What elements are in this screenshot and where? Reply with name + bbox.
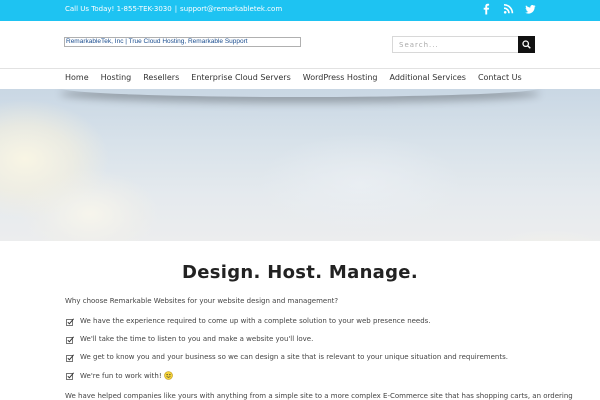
page-headline: Design. Host. Manage. (182, 262, 418, 283)
closing-text: We have helped companies like yours with… (65, 392, 573, 400)
intro-text: Why choose Remarkable Websites for your … (65, 297, 339, 305)
nav-item-resellers[interactable]: Resellers (143, 73, 179, 82)
site-header: RemarkableTek, Inc | True Cloud Hosting,… (0, 21, 600, 69)
search-button[interactable] (518, 36, 535, 53)
list-item-text: We have the experience required to come … (80, 317, 431, 325)
benefits-list: We have the experience required to come … (65, 317, 508, 389)
nav-item-additional-services[interactable]: Additional Services (390, 73, 466, 82)
smiley-icon (163, 371, 173, 380)
top-bar: Call Us Today! 1-855-TEK-3030 | support@re… (0, 0, 600, 21)
search-input[interactable] (392, 36, 519, 53)
list-item: We're fun to work with! (65, 371, 508, 389)
nav-item-hosting[interactable]: Hosting (101, 73, 132, 82)
nav-shadow (60, 89, 540, 97)
main-nav: Home Hosting Resellers Enterprise Cloud … (0, 69, 600, 89)
hero-banner (0, 89, 600, 241)
twitter-icon[interactable] (525, 3, 536, 15)
list-item: We'll take the time to listen to you and… (65, 335, 508, 353)
list-item-text: We're fun to work with! (80, 372, 162, 380)
checkbox-check-icon (66, 354, 74, 362)
email-link[interactable]: support@remarkabletek.com (180, 5, 282, 13)
rss-icon[interactable] (503, 3, 514, 15)
nav-item-enterprise-cloud-servers[interactable]: Enterprise Cloud Servers (191, 73, 291, 82)
list-item-text: We get to know you and your business so … (80, 353, 508, 361)
list-item: We get to know you and your business so … (65, 353, 508, 371)
nav-item-contact-us[interactable]: Contact Us (478, 73, 522, 82)
hero-cloud (250, 129, 470, 239)
contact-info: Call Us Today! 1-855-TEK-3030 | support@re… (65, 5, 282, 13)
social-links (481, 3, 536, 15)
nav-item-wordpress-hosting[interactable]: WordPress Hosting (303, 73, 378, 82)
facebook-icon[interactable] (481, 3, 492, 15)
checkbox-check-icon (66, 318, 74, 326)
checkbox-check-icon (66, 372, 74, 380)
main-content: Design. Host. Manage. Why choose Remarka… (0, 241, 600, 400)
list-item-text: We'll take the time to listen to you and… (80, 335, 314, 343)
search-icon (522, 40, 531, 49)
phone-text: Call Us Today! 1-855-TEK-3030 (65, 5, 172, 13)
nav-item-home[interactable]: Home (65, 73, 89, 82)
site-logo[interactable]: RemarkableTek, Inc | True Cloud Hosting,… (64, 37, 301, 47)
contact-separator: | (174, 5, 178, 13)
hero-cloud (460, 229, 600, 241)
list-item: We have the experience required to come … (65, 317, 508, 335)
checkbox-check-icon (66, 336, 74, 344)
